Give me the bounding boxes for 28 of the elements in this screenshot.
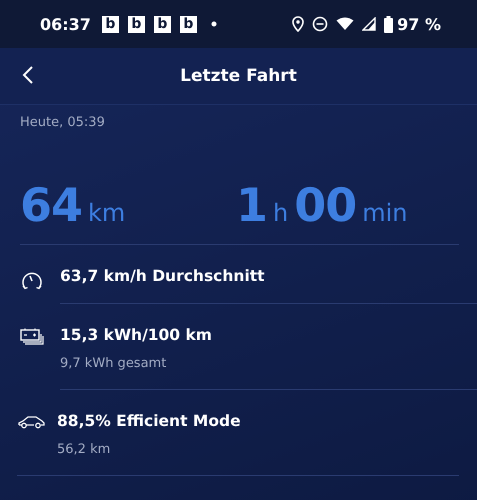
signal-icon [362,17,376,31]
page-title: Letzte Fahrt [180,66,297,86]
car-icon [17,415,45,429]
dot-icon [210,21,217,27]
trip-date: Heute, 05:39 [20,115,105,130]
row-title: 15,3 kWh/100 km [60,326,212,344]
row-title: 88,5% Efficient Mode [57,412,241,430]
back-icon [22,65,34,85]
notification-icon: b [154,16,171,32]
stat-value: 1 [236,178,268,232]
battery-percentage: 97 % [397,14,441,34]
wifi-icon [336,17,354,31]
stat-value: 64 [20,178,82,232]
stat-value: 00 [294,178,356,232]
notification-icon: b [180,16,197,32]
stat-unit: h [273,199,288,227]
do-not-disturb-icon [312,16,328,32]
location-icon [292,16,304,32]
notification-icon: b [128,16,145,32]
stat-unit: km [88,199,126,227]
row-subtitle: 56,2 km [57,442,110,457]
status-time: 06:37 [40,14,91,34]
battery-icon [384,16,394,32]
row-title: 63,7 km/h Durchschnitt [60,267,265,285]
battery-stack-icon [20,328,44,346]
notification-icon: b [102,16,119,32]
row-subtitle: 9,7 kWh gesamt [60,356,166,371]
stat-unit: min [362,199,408,227]
